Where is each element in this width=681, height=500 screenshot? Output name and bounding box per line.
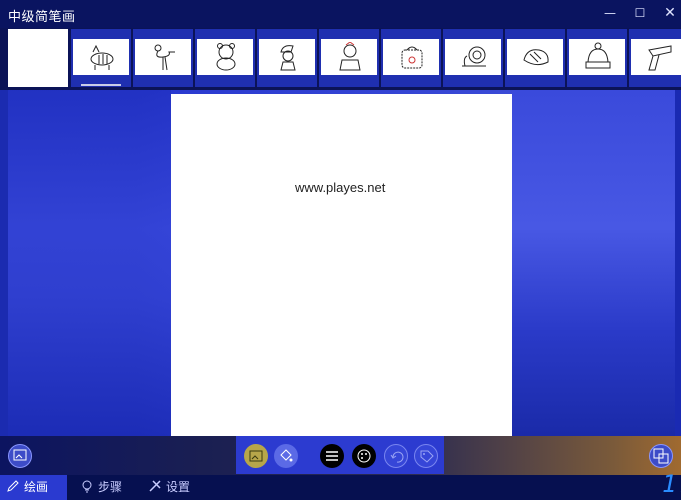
tools-icon: [149, 480, 161, 492]
thumbnail-blank[interactable]: [8, 29, 68, 87]
drawing-canvas[interactable]: www.playes.net: [171, 94, 512, 436]
palette-icon: [357, 449, 371, 463]
nav-draw-label: 绘画: [24, 480, 49, 494]
bottom-toolbar: [0, 436, 681, 475]
shoe-icon: [523, 49, 549, 66]
nav-settings[interactable]: 设置: [142, 475, 202, 500]
palette-button[interactable]: [352, 444, 376, 468]
image-tool-button[interactable]: [244, 444, 268, 468]
fill-tool-button[interactable]: [274, 444, 298, 468]
clock-partial: 1!: [662, 470, 681, 498]
nav-steps[interactable]: 步骤: [74, 475, 134, 500]
nav-steps-label: 步骤: [98, 480, 123, 494]
thumbnail-bag[interactable]: [381, 29, 441, 87]
copy-button[interactable]: [649, 444, 673, 468]
menu-button[interactable]: [320, 444, 344, 468]
tag-icon: [420, 450, 434, 463]
thumbnail-shoe[interactable]: [505, 29, 565, 87]
thumbnail-flamingo[interactable]: [133, 29, 193, 87]
copy-icon: [653, 448, 669, 464]
image-icon: [249, 450, 263, 462]
nav-draw[interactable]: 绘画: [0, 475, 67, 500]
bottom-nav: 绘画 步骤 设置: [0, 475, 681, 500]
pencil-icon: [7, 480, 19, 492]
gallery-icon: [13, 449, 27, 461]
bear-icon: [216, 43, 236, 71]
menu-icon: [326, 451, 338, 461]
thumbnail-strip: [0, 28, 681, 90]
thumbnail-girl[interactable]: [319, 29, 379, 87]
undo-icon: [390, 451, 404, 463]
thumbnail-zebra[interactable]: [71, 29, 131, 87]
flamingo-icon: [154, 44, 175, 71]
minimize-button[interactable]: —: [598, 4, 622, 22]
left-panel: [8, 90, 171, 436]
snail-icon: [462, 46, 486, 67]
title-bar: 中级简笔画 — ☐ ✕: [0, 0, 681, 28]
bag-icon: [401, 46, 423, 69]
thumbnail-bear[interactable]: [195, 29, 255, 87]
nav-settings-label: 设置: [166, 480, 191, 494]
tool-group: [236, 436, 444, 474]
watermark-text: www.playes.net: [295, 180, 386, 195]
fill-icon: [280, 449, 293, 462]
smurf-icon: [280, 45, 296, 71]
maximize-button[interactable]: ☐: [628, 4, 652, 22]
thumbnail-snail[interactable]: [443, 29, 503, 87]
app-window: 中级简笔画 — ☐ ✕ www.playes.net 绘画 步骤 设置 1: [0, 0, 681, 500]
gallery-button[interactable]: [8, 444, 32, 468]
right-panel: [512, 90, 675, 436]
thumbnail-scarf[interactable]: [629, 29, 681, 87]
scarf-icon: [648, 45, 672, 71]
drawing-area: www.playes.net: [0, 90, 681, 436]
girl-icon: [339, 42, 361, 71]
hat-icon: [585, 42, 611, 69]
window-title: 中级简笔画: [8, 10, 76, 25]
thumbnail-hat[interactable]: [567, 29, 627, 87]
tag-button[interactable]: [414, 444, 438, 468]
zebra-icon: [90, 44, 114, 70]
undo-button[interactable]: [384, 444, 408, 468]
close-button[interactable]: ✕: [658, 4, 681, 22]
thumbnail-smurf[interactable]: [257, 29, 317, 87]
lightbulb-icon: [82, 480, 92, 493]
